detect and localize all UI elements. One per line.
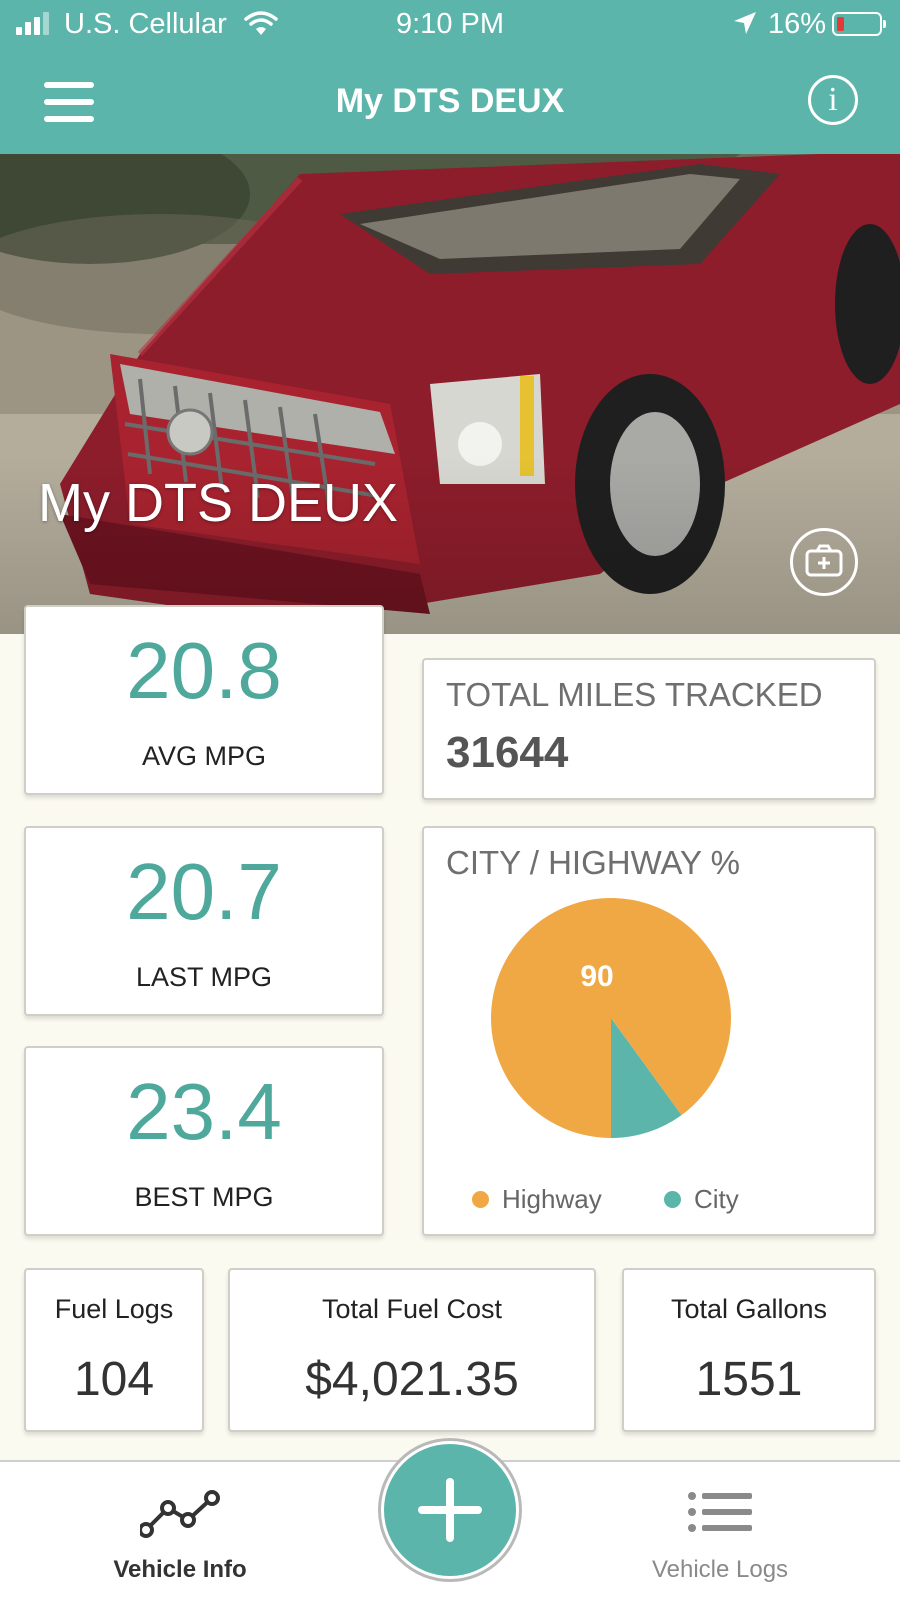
total-miles-value: 31644 <box>446 728 569 777</box>
total-miles-label: TOTAL MILES TRACKED <box>446 676 823 713</box>
best-mpg-value: 23.4 <box>126 1067 282 1156</box>
add-entry-button[interactable] <box>384 1444 516 1576</box>
city-highway-card: CITY / HIGHWAY % 90 Highway City <box>422 826 876 1236</box>
legend-city-dot <box>664 1191 681 1208</box>
total-miles-card: TOTAL MILES TRACKED 31644 <box>422 658 876 800</box>
fuel-logs-label: Fuel Logs <box>54 1294 174 1324</box>
pie-data-label-highway: 90 <box>580 960 613 993</box>
legend-city-label: City <box>694 1184 739 1214</box>
tab-vehicle-logs[interactable]: Vehicle Logs <box>600 1462 840 1600</box>
best-mpg-label: BEST MPG <box>134 1182 274 1212</box>
total-fuel-cost-value: $4,021.35 <box>305 1353 519 1406</box>
page-title: My DTS DEUX <box>335 82 565 120</box>
total-gallons-value: 1551 <box>695 1353 803 1406</box>
last-mpg-value: 20.7 <box>126 847 282 936</box>
tab-vehicle-logs-label: Vehicle Logs <box>651 1556 789 1583</box>
avg-mpg-label: AVG MPG <box>141 741 267 771</box>
line-chart-icon <box>140 1490 220 1538</box>
pie-chart: 90 <box>491 898 731 1138</box>
vehicle-photo-image <box>0 154 900 634</box>
status-time: 9:10 PM <box>396 8 504 40</box>
info-icon[interactable]: i <box>808 75 858 125</box>
list-icon <box>688 1492 752 1532</box>
last-mpg-label: LAST MPG <box>135 962 273 992</box>
battery-icon <box>832 12 886 36</box>
legend-highway-label: Highway <box>502 1184 602 1214</box>
tab-vehicle-info[interactable]: Vehicle Info <box>60 1462 300 1600</box>
best-mpg-card: 23.4 BEST MPG <box>24 1046 384 1236</box>
camera-add-icon[interactable] <box>790 528 858 596</box>
tab-vehicle-info-label: Vehicle Info <box>113 1556 247 1583</box>
avg-mpg-value: 20.8 <box>126 626 282 715</box>
legend-highway-dot <box>472 1191 489 1208</box>
total-fuel-cost-card: Total Fuel Cost $4,021.35 <box>228 1268 596 1432</box>
nav-bar: My DTS DEUX i <box>0 46 900 154</box>
fuel-logs-card: Fuel Logs 104 <box>24 1268 204 1432</box>
last-mpg-card: 20.7 LAST MPG <box>24 826 384 1016</box>
pie-slice-highway <box>491 898 731 1138</box>
vehicle-photo: My DTS DEUX <box>0 154 900 634</box>
status-bar: U.S. Cellular 9:10 PM 16% <box>0 0 900 46</box>
battery-percent: 16% <box>768 8 827 40</box>
total-fuel-cost-label: Total Fuel Cost <box>321 1294 503 1324</box>
location-arrow-icon <box>734 12 756 34</box>
total-gallons-label: Total Gallons <box>670 1294 828 1324</box>
vehicle-name: My DTS DEUX <box>38 473 399 533</box>
total-gallons-card: Total Gallons 1551 <box>622 1268 876 1432</box>
avg-mpg-card: 20.8 AVG MPG <box>24 605 384 795</box>
fuel-logs-value: 104 <box>73 1353 155 1406</box>
